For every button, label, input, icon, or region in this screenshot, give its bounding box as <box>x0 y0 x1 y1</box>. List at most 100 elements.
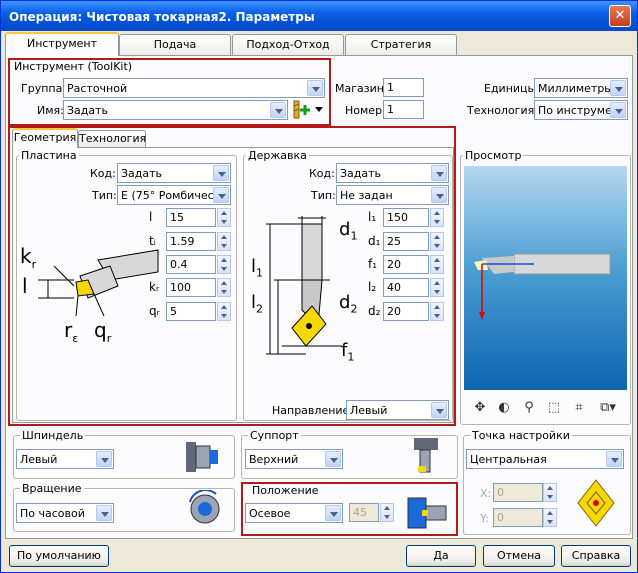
insert-l-input[interactable]: 15 <box>166 208 216 227</box>
number-input[interactable]: 1 <box>383 100 424 119</box>
position-select[interactable]: Осевое <box>245 503 343 523</box>
fit-view-icon[interactable]: ⌗ <box>571 400 587 416</box>
insert-re-input[interactable]: 0.4 <box>166 255 216 274</box>
subtab-technology[interactable]: Технология <box>78 130 146 148</box>
magazine-label: Магазин: <box>335 82 388 95</box>
name-value: Задать <box>67 104 109 117</box>
setpoint-select[interactable]: Центральная <box>466 449 624 469</box>
window-title: Операция: Чистовая токарная2. Параметры <box>9 10 315 24</box>
rotation-select[interactable]: По часовой <box>16 503 114 523</box>
tab-approach[interactable]: Подход-Отход <box>232 34 344 56</box>
dialog-window: Операция: Чистовая токарная2. Параметры … <box>0 0 638 573</box>
x-label: X: <box>480 487 492 500</box>
insert-ti-input[interactable]: 1.59 <box>166 232 216 251</box>
zoom-window-icon[interactable]: ⬚ <box>546 400 562 416</box>
pan-icon[interactable]: ✥ <box>472 400 488 416</box>
tab-strategy[interactable]: Стратегия <box>345 34 457 56</box>
insert-kr-input[interactable]: 100 <box>166 278 216 297</box>
holder-d2-input[interactable]: 20 <box>383 302 429 321</box>
spinner[interactable] <box>543 483 557 502</box>
view-options-icon[interactable]: ⧉▾ <box>596 400 620 416</box>
insert-type-value: E (75° Ромбически <box>121 189 228 202</box>
units-label: Единицы: <box>484 82 540 95</box>
spinner[interactable] <box>217 302 231 321</box>
spinner[interactable] <box>217 208 231 227</box>
rotate-icon[interactable]: ◐ <box>496 400 512 416</box>
spinner[interactable] <box>217 255 231 274</box>
number-label: Номер: <box>345 104 386 117</box>
units-select[interactable]: Миллиметры <box>534 78 628 98</box>
add-tool-icon[interactable] <box>292 100 312 120</box>
qr-symbol: qr <box>94 318 111 345</box>
zoom-icon[interactable]: ⚲ <box>521 400 537 416</box>
f1-symbol: f1 <box>341 340 354 364</box>
tab-tool[interactable]: Инструмент <box>5 32 119 56</box>
d1-symbol: d1 <box>339 219 357 243</box>
magazine-input[interactable]: 1 <box>383 78 424 97</box>
insert-code-select[interactable]: Задать <box>117 163 231 183</box>
help-button[interactable]: Справка <box>561 545 631 567</box>
holder-param-label: l₂ <box>368 280 377 294</box>
holder-d1-input[interactable]: 25 <box>383 232 429 251</box>
technology-label: Технология: <box>467 104 538 117</box>
chevron-down-icon <box>213 165 229 181</box>
tab-feed[interactable]: Подача <box>119 34 231 56</box>
qr-sub: r <box>106 332 112 345</box>
spinner[interactable] <box>430 208 444 227</box>
insert-type-select[interactable]: E (75° Ромбически <box>117 185 231 205</box>
spinner[interactable] <box>430 255 444 274</box>
units-value: Миллиметры <box>538 82 613 95</box>
holder-f1-input[interactable]: 20 <box>383 255 429 274</box>
holder-code-label: Код: <box>309 167 335 180</box>
holder-code-value: Задать <box>340 167 382 180</box>
x-input[interactable]: 0 <box>493 483 543 502</box>
preview-viewport[interactable] <box>464 166 627 390</box>
cancel-button[interactable]: Отмена <box>483 545 555 567</box>
spindle-select[interactable]: Левый <box>16 449 114 469</box>
position-angle-input[interactable]: 45 <box>349 503 379 522</box>
name-label: Имя: <box>37 104 64 117</box>
ok-button[interactable]: Да <box>406 545 476 567</box>
spinner[interactable] <box>430 232 444 251</box>
support-select[interactable]: Верхний <box>245 449 343 469</box>
kr-symbol: kr <box>20 244 36 271</box>
toolkit-legend: Инструмент (ToolKit) <box>12 60 135 73</box>
y-input[interactable]: 0 <box>493 508 543 527</box>
rotation-icon <box>186 489 224 528</box>
preview-legend: Просмотр <box>463 149 524 162</box>
close-button[interactable]: ✕ <box>609 5 631 27</box>
spinner[interactable] <box>380 503 394 522</box>
chevron-down-icon <box>96 451 112 467</box>
technology-select[interactable]: По инструмен <box>534 100 628 120</box>
name-select[interactable]: Задать <box>63 100 288 120</box>
spinner[interactable] <box>217 232 231 251</box>
holder-l2-input[interactable]: 40 <box>383 278 429 297</box>
spinner[interactable] <box>543 508 557 527</box>
rotation-legend: Вращение <box>20 482 84 495</box>
holder-param-label: d₂ <box>368 304 381 318</box>
holder-type-select[interactable]: Не задан <box>336 185 449 205</box>
spinner[interactable] <box>217 278 231 297</box>
l1-symbol: l1 <box>251 256 263 280</box>
insert-type-label: Тип: <box>92 189 117 202</box>
re-symbol: rε <box>64 318 78 345</box>
direction-select[interactable]: Левый <box>346 400 449 420</box>
rotation-value: По часовой <box>20 507 85 520</box>
position-icon <box>406 496 450 530</box>
technology-value: По инструмен <box>538 104 620 117</box>
group-select[interactable]: Расточной <box>63 78 325 98</box>
support-legend: Суппорт <box>248 429 301 442</box>
spinner[interactable] <box>430 278 444 297</box>
holder-l1-input[interactable]: 150 <box>383 208 429 227</box>
y-label: Y: <box>480 512 489 525</box>
default-button[interactable]: По умолчанию <box>9 545 109 567</box>
chevron-down-icon <box>213 187 229 203</box>
insert-qr-input[interactable]: 5 <box>166 302 216 321</box>
insert-param-label: l <box>149 210 153 224</box>
holder-legend: Державка <box>246 149 309 162</box>
holder-code-select[interactable]: Задать <box>336 163 449 183</box>
subtab-geometry[interactable]: Геометрия <box>12 128 78 148</box>
add-tool-dropdown-icon[interactable] <box>315 107 323 112</box>
main-panel: Инструмент (ToolKit) Группа: Расточной И… <box>5 55 633 539</box>
spinner[interactable] <box>430 302 444 321</box>
